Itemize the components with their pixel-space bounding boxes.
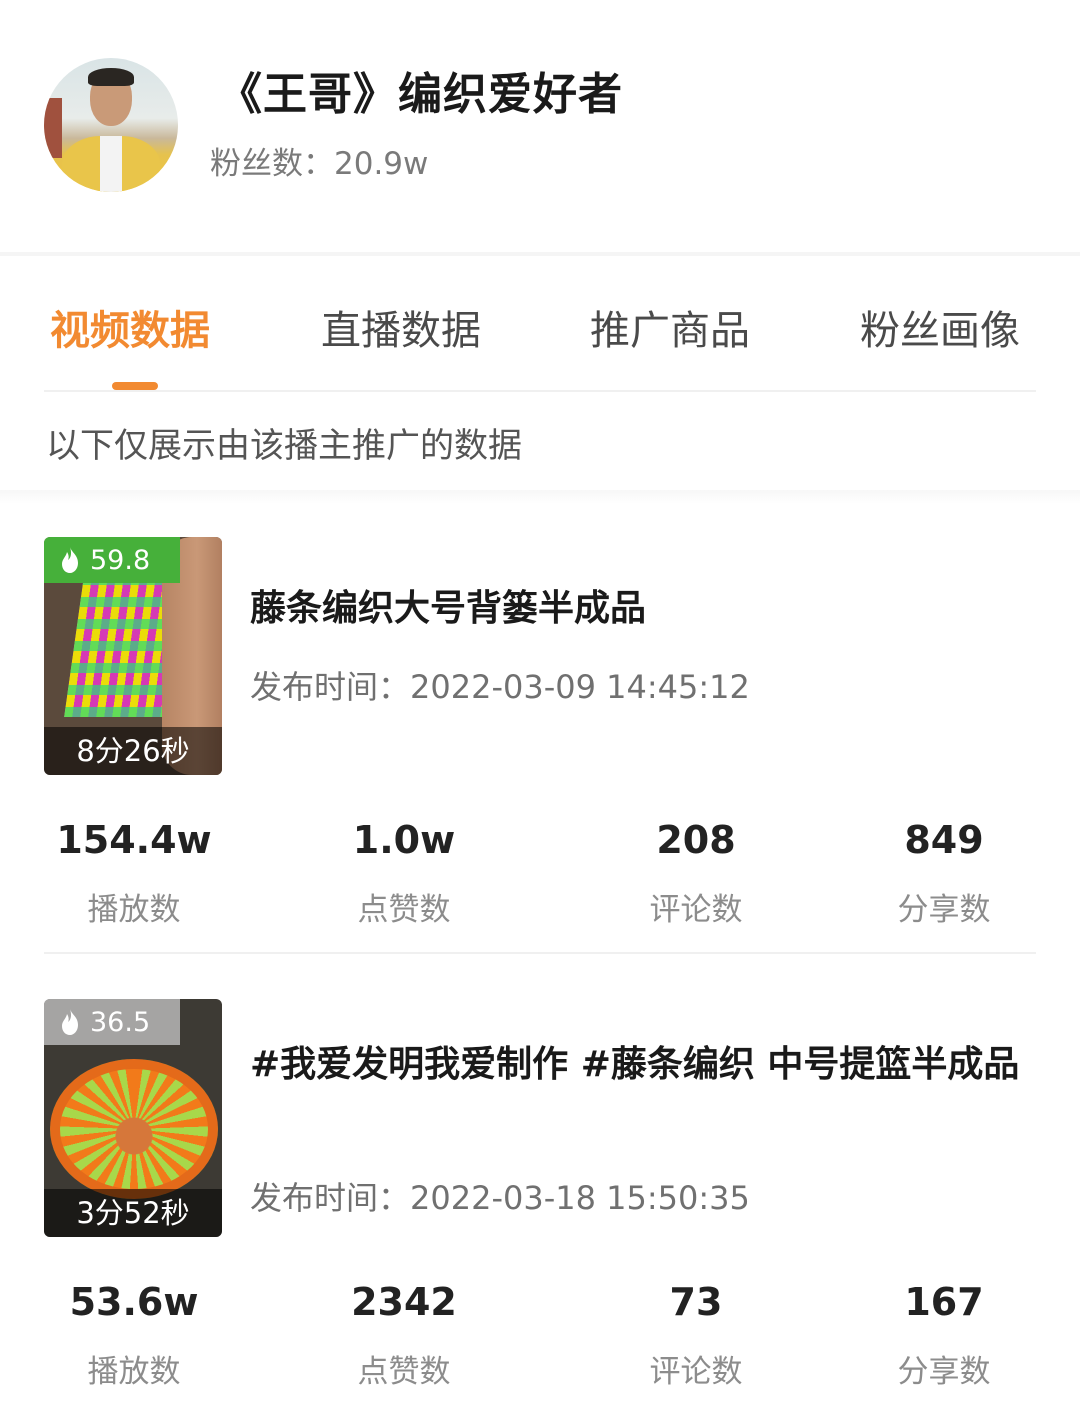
- stat-likes: 2342 点赞数: [274, 1280, 534, 1391]
- heat-badge: 36.5: [44, 999, 180, 1045]
- publish-time: 发布时间：2022-03-09 14:45:12: [250, 668, 750, 706]
- card-divider: [44, 952, 1036, 954]
- stat-value: 154.4w: [56, 818, 212, 862]
- stat-value: 2342: [351, 1280, 457, 1324]
- stat-label: 播放数: [87, 1354, 181, 1390]
- video-duration: 8分26秒: [44, 727, 222, 775]
- stat-shares: 167 分享数: [814, 1280, 1074, 1391]
- video-title[interactable]: #我爱发明我爱制作 #藤条编织 中号提篮半成品: [250, 1036, 1040, 1094]
- stat-label: 分享数: [897, 892, 991, 928]
- stat-label: 点赞数: [357, 892, 451, 928]
- stat-value: 1.0w: [352, 818, 456, 862]
- stat-label: 评论数: [649, 1354, 743, 1390]
- profile-header: 《王哥》编织爱好者 粉丝数：20.9w: [0, 0, 1080, 252]
- stat-value: 73: [669, 1280, 723, 1324]
- stat-value: 208: [656, 818, 736, 862]
- publish-time: 发布时间：2022-03-18 15:50:35: [250, 1179, 750, 1217]
- avatar[interactable]: [44, 58, 178, 192]
- stat-value: 167: [904, 1280, 984, 1324]
- flame-icon: [62, 547, 78, 573]
- video-duration: 3分52秒: [44, 1189, 222, 1237]
- tab-video-data[interactable]: 视频数据: [50, 298, 210, 356]
- profile-name: 《王哥》编织爱好者: [218, 69, 623, 120]
- heat-value: 36.5: [90, 1006, 151, 1038]
- stat-value: 53.6w: [69, 1280, 199, 1324]
- stat-plays: 154.4w 播放数: [4, 818, 264, 929]
- stat-shares: 849 分享数: [814, 818, 1074, 929]
- stat-label: 评论数: [649, 892, 743, 928]
- section-gap: [0, 490, 1080, 504]
- tab-promoted-goods[interactable]: 推广商品: [590, 298, 750, 356]
- stat-likes: 1.0w 点赞数: [274, 818, 534, 929]
- stat-comments: 208 评论数: [566, 818, 826, 929]
- stat-comments: 73 评论数: [566, 1280, 826, 1391]
- stat-label: 分享数: [897, 1354, 991, 1390]
- tab-live-data[interactable]: 直播数据: [321, 298, 481, 356]
- stat-label: 播放数: [87, 892, 181, 928]
- stat-plays: 53.6w 播放数: [4, 1280, 264, 1391]
- active-tab-indicator: [112, 382, 158, 390]
- tab-fan-profile[interactable]: 粉丝画像: [860, 298, 1020, 356]
- video-thumbnail[interactable]: 59.8 8分26秒: [44, 537, 222, 775]
- flame-icon: [62, 1009, 78, 1035]
- heat-value: 59.8: [90, 544, 151, 576]
- stat-label: 点赞数: [357, 1354, 451, 1390]
- promotion-note: 以下仅展示由该播主推广的数据: [46, 426, 522, 466]
- video-title[interactable]: 藤条编织大号背篓半成品: [250, 580, 1040, 638]
- stat-value: 849: [904, 818, 984, 862]
- video-thumbnail[interactable]: 36.5 3分52秒: [44, 999, 222, 1237]
- heat-badge: 59.8: [44, 537, 180, 583]
- tab-bar: 视频数据 直播数据 推广商品 粉丝画像: [44, 256, 1036, 392]
- fans-count: 粉丝数：20.9w: [210, 146, 429, 182]
